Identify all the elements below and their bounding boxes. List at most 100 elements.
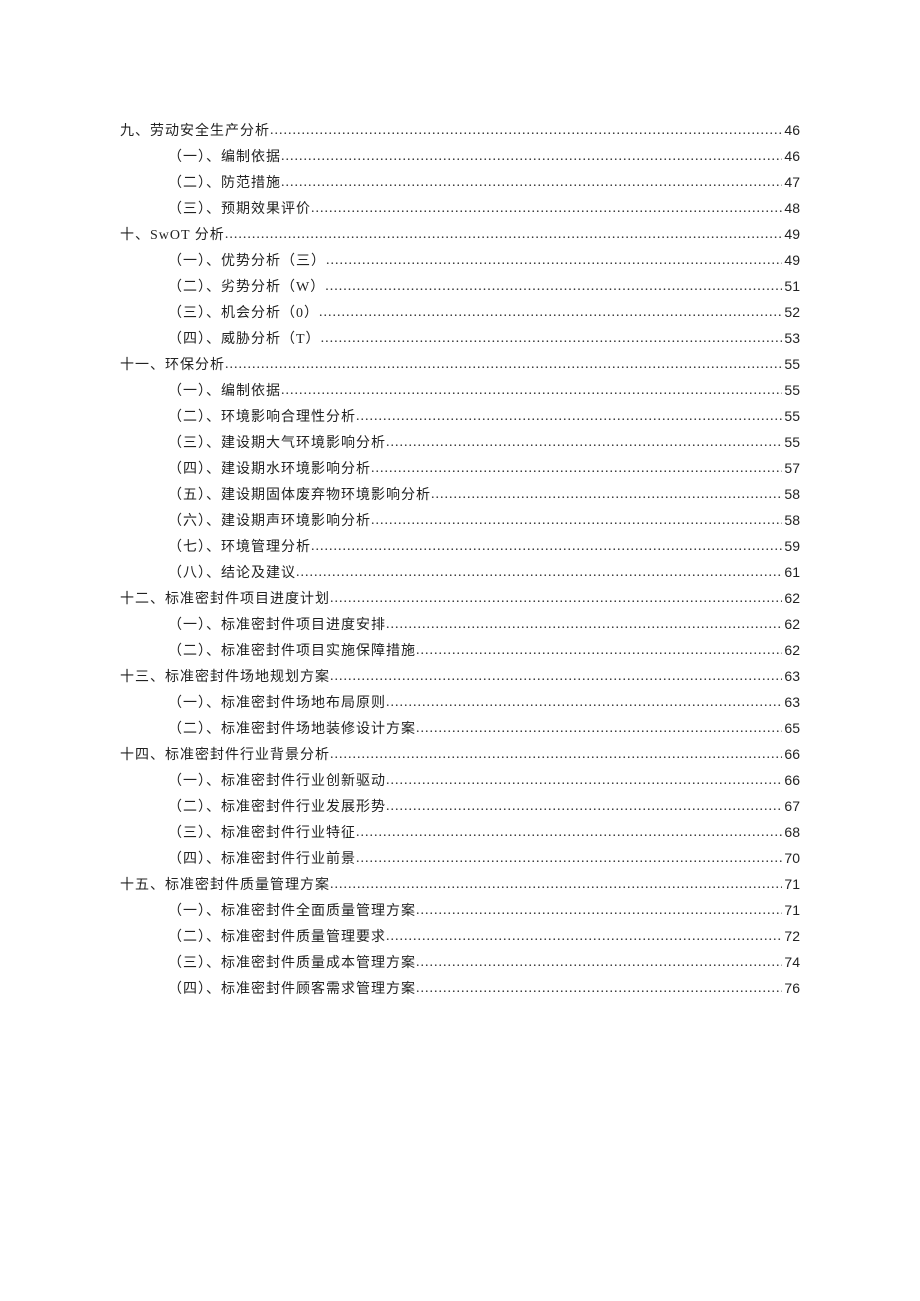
toc-label: （二）、环境影响合理性分析 [168,405,356,430]
toc-page-number: 49 [782,222,800,247]
toc-label: （三）、预期效果评价 [168,197,311,222]
toc-page-number: 55 [782,352,800,377]
toc-entry: （二）、标准密封件场地装修设计方案 65 [120,716,800,742]
toc-page-number: 49 [782,248,800,273]
toc-label: 十四、标准密封件行业背景分析 [120,743,330,768]
toc-entry: （四）、标准密封件顾客需求管理方案 76 [120,976,800,1002]
toc-page-number: 51 [782,274,800,299]
toc-page-number: 65 [782,716,800,741]
toc-leader-dots [356,404,782,429]
toc-leader-dots [311,196,782,221]
toc-leader-dots [281,378,782,403]
toc-entry: 九、劳动安全生产分析46 [120,118,800,144]
toc-page-number: 48 [782,196,800,221]
toc-page-number: 62 [782,638,800,663]
toc-label: （三）、机会分析（0） [168,301,319,326]
toc-page-number: 76 [782,976,800,1001]
toc-page-number: 58 [782,482,800,507]
toc-entry: （一）、标准密封件场地布局原则 63 [120,690,800,716]
toc-label: （五）、建设期固体废弃物环境影响分析 [168,483,431,508]
toc-entry: 十四、标准密封件行业背景分析 66 [120,742,800,768]
toc-label: （三）、标准密封件行业特征 [168,821,356,846]
toc-entry: （二）、劣势分析（W） 51 [120,274,800,300]
toc-entry: （一）、优势分析（三）49 [120,248,800,274]
toc-label: 十、SwOT 分析 [120,223,225,248]
toc-label: （四）、标准密封件顾客需求管理方案 [168,977,416,1002]
toc-entry: （二）、防范措施 47 [120,170,800,196]
toc-entry: 十二、标准密封件项目进度计划62 [120,586,800,612]
toc-entry: （一）、编制依据55 [120,378,800,404]
toc-leader-dots [330,742,782,767]
toc-page-number: 62 [782,612,800,637]
toc-label: （四）、建设期水环境影响分析 [168,457,371,482]
toc-leader-dots [319,300,782,325]
table-of-contents: 九、劳动安全生产分析46（一）、编制依据46（二）、防范措施47（三）、预期效果… [120,118,800,1002]
toc-label: （二）、标准密封件场地装修设计方案 [168,717,416,742]
toc-entry: （三）、标准密封件质量成本管理方案 74 [120,950,800,976]
toc-entry: 十、SwOT 分析 49 [120,222,800,248]
toc-page-number: 74 [782,950,800,975]
toc-entry: 十五、标准密封件质量管理方案71 [120,872,800,898]
toc-leader-dots [330,586,782,611]
toc-label: （一）、标准密封件行业创新驱动 [168,769,386,794]
toc-page-number: 55 [782,378,800,403]
toc-leader-dots [330,664,782,689]
toc-page-number: 46 [782,144,800,169]
toc-entry: （四）、标准密封件行业前景 70 [120,846,800,872]
toc-label: （二）、标准密封件项目实施保障措施 [168,639,416,664]
toc-label: （四）、威胁分析（T） [168,327,321,352]
toc-page-number: 71 [782,898,800,923]
toc-leader-dots [225,222,783,247]
toc-entry: （二）、环境影响合理性分析 55 [120,404,800,430]
toc-page-number: 47 [782,170,800,195]
toc-entry: （三）、机会分析（0）52 [120,300,800,326]
toc-page-number: 67 [782,794,800,819]
toc-entry: （一）、编制依据46 [120,144,800,170]
toc-entry: （三）、建设期大气环境影响分析55 [120,430,800,456]
toc-leader-dots [281,144,782,169]
toc-entry: （二）、标准密封件项目实施保障措施 62 [120,638,800,664]
toc-entry: （四）、威胁分析（T）53 [120,326,800,352]
toc-leader-dots [386,794,782,819]
toc-label: （六）、建设期声环境影响分析 [168,509,371,534]
toc-leader-dots [416,976,782,1001]
toc-leader-dots [281,170,782,195]
toc-label: 九、劳动安全生产分析 [120,119,270,144]
toc-label: 十三、标准密封件场地规划方案 [120,665,330,690]
toc-page-number: 55 [782,430,800,455]
toc-leader-dots [371,508,782,533]
toc-leader-dots [371,456,782,481]
toc-page-number: 66 [782,742,800,767]
toc-entry: （二）、标准密封件行业发展形势67 [120,794,800,820]
toc-leader-dots [416,716,782,741]
toc-entry: （二）、标准密封件质量管理要求72 [120,924,800,950]
toc-label: （二）、防范措施 [168,171,281,196]
toc-leader-dots [386,768,782,793]
toc-page-number: 61 [782,560,800,585]
toc-label: （一）、标准密封件场地布局原则 [168,691,386,716]
toc-label: 十二、标准密封件项目进度计划 [120,587,330,612]
toc-entry: （六）、建设期声环境影响分析58 [120,508,800,534]
toc-entry: （七）、环境管理分析 59 [120,534,800,560]
toc-label: （四）、标准密封件行业前景 [168,847,356,872]
toc-entry: （五）、建设期固体废弃物环境影响分析 58 [120,482,800,508]
toc-page-number: 63 [782,690,800,715]
toc-leader-dots [296,560,782,585]
toc-page-number: 68 [782,820,800,845]
toc-leader-dots [325,274,782,299]
toc-leader-dots [416,638,782,663]
toc-entry: （一）、标准密封件项目进度安排62 [120,612,800,638]
toc-leader-dots [416,898,782,923]
toc-label: （七）、环境管理分析 [168,535,311,560]
toc-page-number: 55 [782,404,800,429]
toc-page-number: 70 [782,846,800,871]
toc-label: （三）、标准密封件质量成本管理方案 [168,951,416,976]
toc-leader-dots [356,820,782,845]
toc-label: （二）、劣势分析（W） [168,275,325,300]
toc-leader-dots [326,248,782,273]
toc-entry: （一）、标准密封件行业创新驱动66 [120,768,800,794]
toc-entry: （三）、标准密封件行业特征 68 [120,820,800,846]
toc-leader-dots [386,924,782,949]
toc-label: 十一、环保分析 [120,353,225,378]
toc-page-number: 59 [782,534,800,559]
